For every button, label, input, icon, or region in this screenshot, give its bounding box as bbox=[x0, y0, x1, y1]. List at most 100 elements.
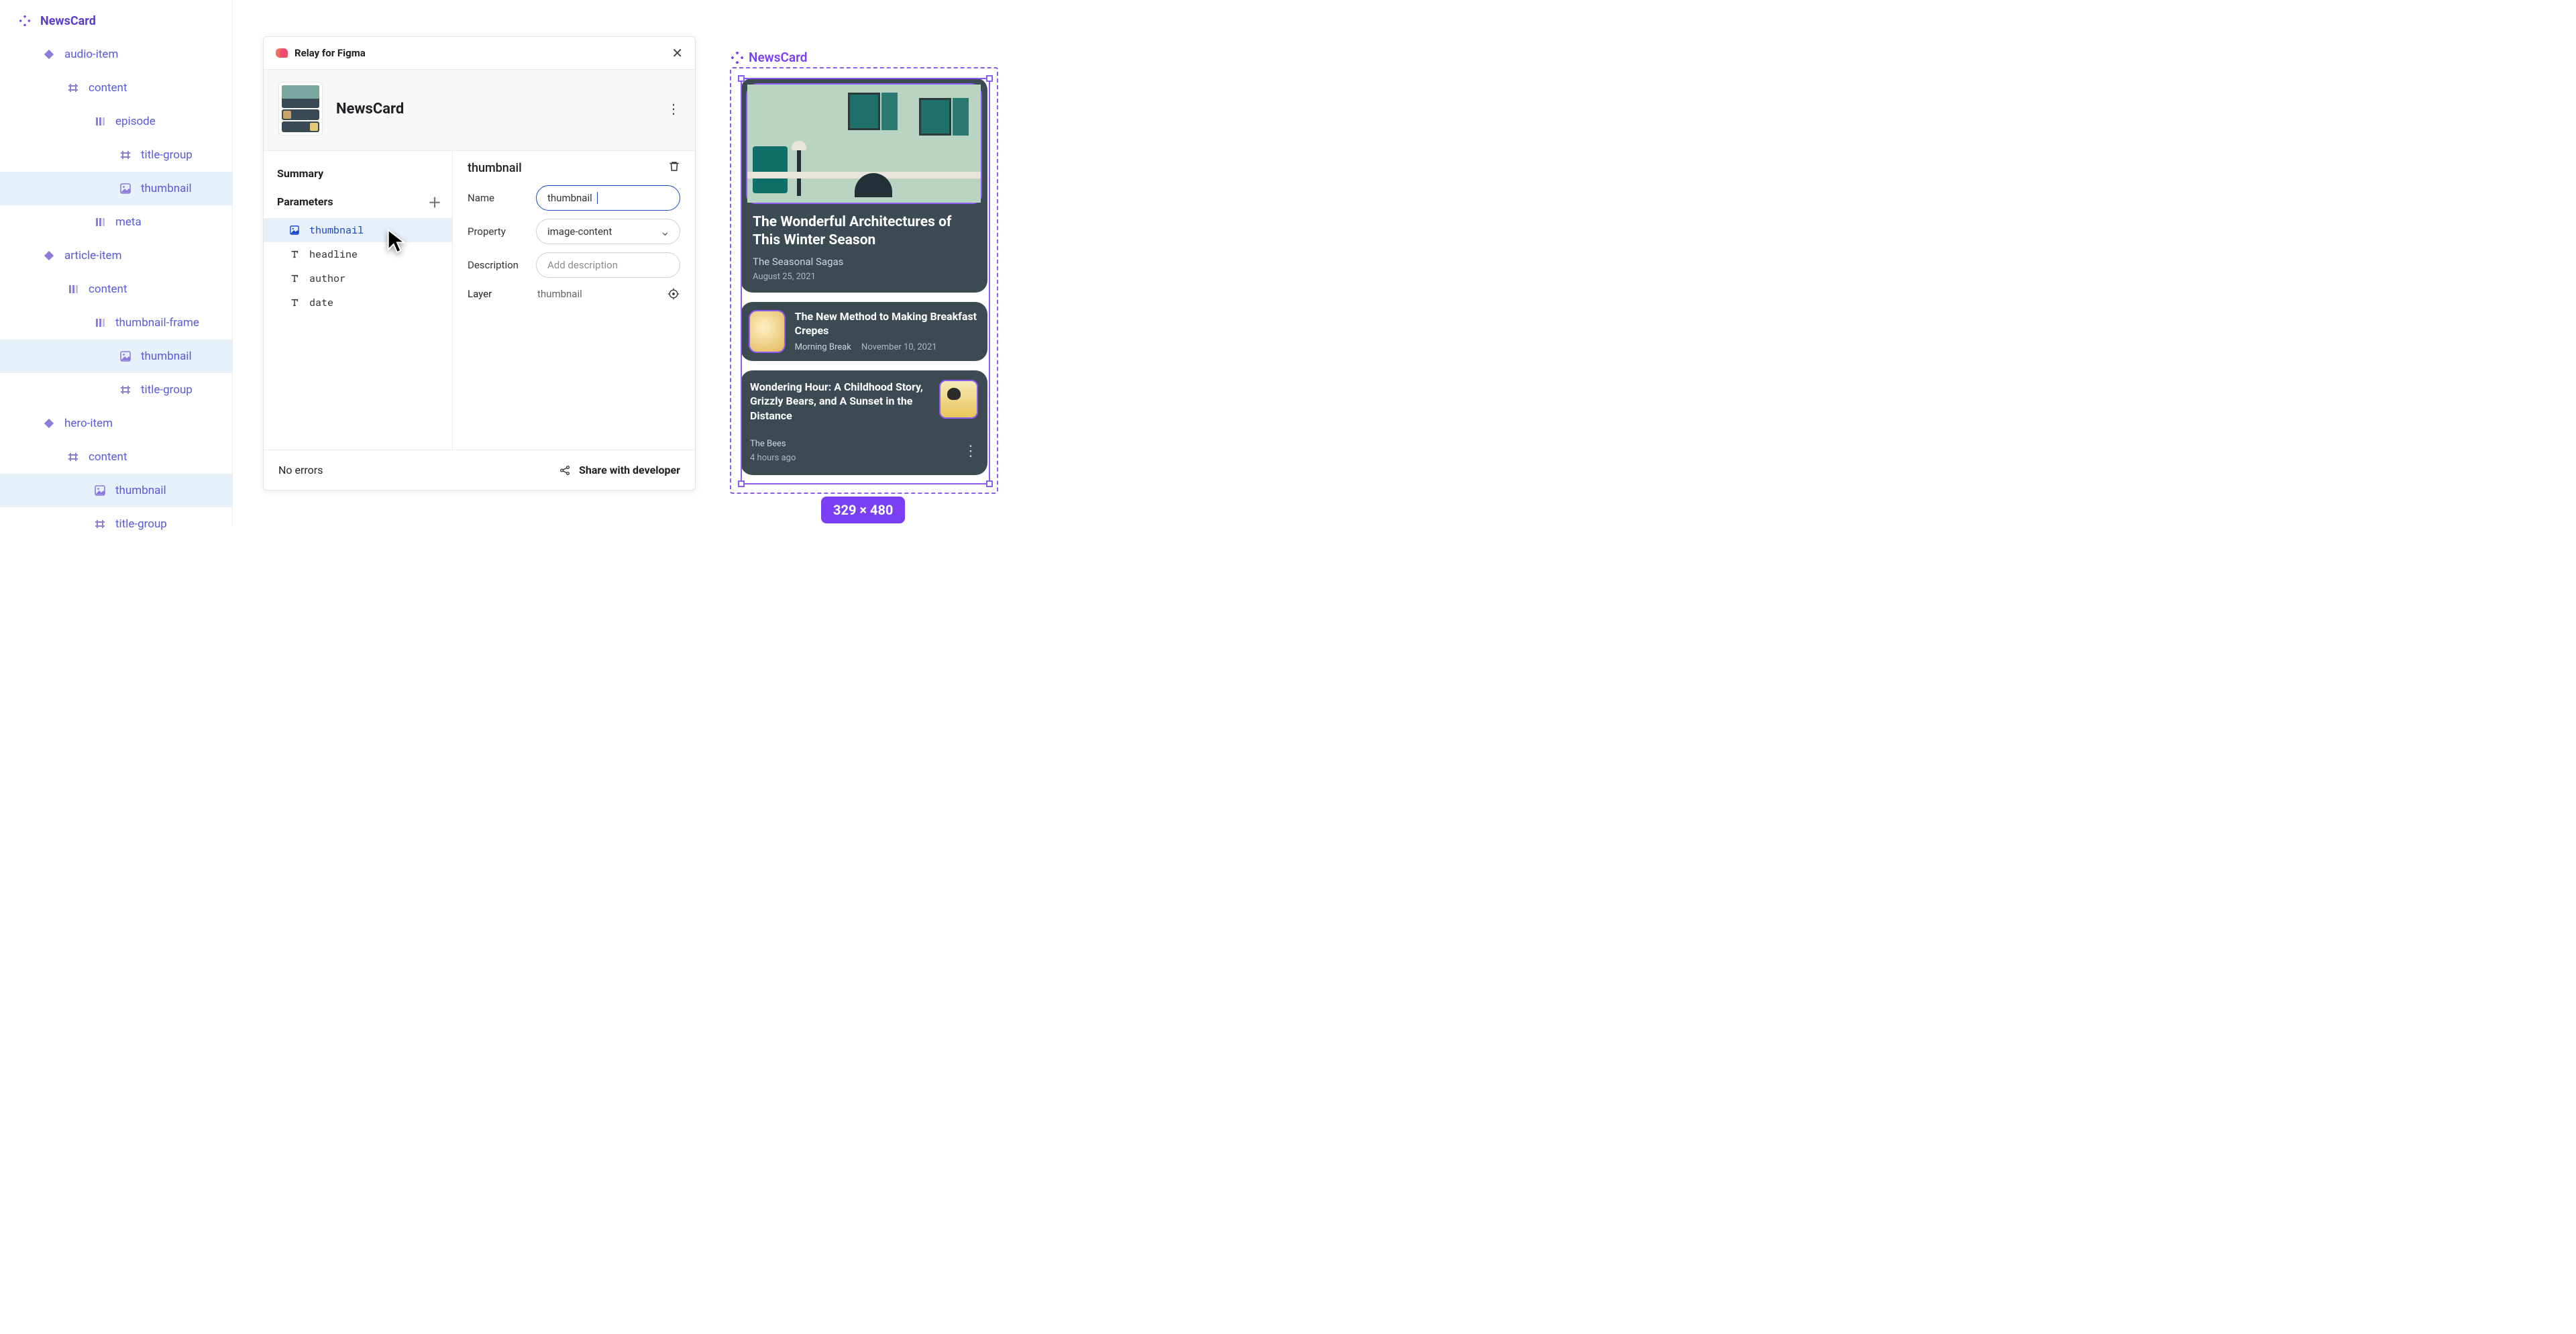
layer-label: article-item bbox=[64, 249, 121, 262]
article-date: November 10, 2021 bbox=[861, 342, 937, 352]
autolayout-icon bbox=[94, 115, 106, 127]
cursor-icon bbox=[386, 228, 409, 255]
audio-source: The Bees bbox=[750, 439, 796, 449]
layer-label: title-group bbox=[141, 383, 193, 397]
parameters-panel: Summary Parameters ＋ thumbnail headline au… bbox=[264, 151, 453, 450]
instance-icon bbox=[43, 250, 55, 262]
frame-icon bbox=[119, 149, 131, 161]
layer-row-audio-item[interactable]: audio-item bbox=[0, 38, 232, 71]
hero-source: The Seasonal Sagas bbox=[753, 256, 975, 268]
dialog-titlebar: Relay for Figma ✕ bbox=[264, 37, 695, 70]
layer-row-thumbnail[interactable]: thumbnail bbox=[0, 340, 232, 373]
hero-thumbnail[interactable] bbox=[746, 83, 982, 204]
component-name: NewsCard bbox=[336, 101, 404, 117]
parameter-name: headline bbox=[309, 248, 358, 261]
canvas-component-label[interactable]: NewsCard bbox=[731, 50, 807, 65]
layer-row-article-item[interactable]: article-item bbox=[0, 239, 232, 272]
layer-label: thumbnail bbox=[141, 182, 192, 195]
layer-label: episode bbox=[115, 115, 156, 128]
autolayout-icon bbox=[94, 317, 106, 329]
layer-label: audio-item bbox=[64, 48, 118, 61]
relay-logo-icon bbox=[276, 48, 288, 58]
name-label: Name bbox=[468, 192, 527, 204]
layer-row-content[interactable]: content bbox=[0, 272, 232, 306]
parameter-row-date[interactable]: date bbox=[264, 291, 452, 315]
name-input[interactable]: thumbnail bbox=[536, 185, 680, 211]
parameters-heading: Parameters bbox=[277, 195, 333, 208]
layer-row-thumbnail[interactable]: thumbnail bbox=[0, 172, 232, 205]
audio-headline: Wondering Hour: A Childhood Story, Grizz… bbox=[750, 380, 930, 423]
layer-label: thumbnail bbox=[141, 350, 192, 363]
layer-row-hero-item[interactable]: hero-item bbox=[0, 407, 232, 440]
layer-label: hero-item bbox=[64, 417, 113, 430]
layer-label: thumbnail bbox=[115, 484, 166, 497]
text-param-icon bbox=[289, 297, 300, 308]
selection-dimensions-badge: 329 × 480 bbox=[821, 497, 905, 523]
image-icon bbox=[119, 183, 131, 195]
layer-row-NewsCard[interactable]: NewsCard bbox=[0, 4, 232, 38]
layer-row-content[interactable]: content bbox=[0, 71, 232, 105]
delete-icon[interactable] bbox=[668, 160, 680, 176]
hero-date: August 25, 2021 bbox=[753, 272, 975, 282]
canvas-frame[interactable]: The Wonderful Architectures of This Wint… bbox=[730, 67, 998, 494]
parameter-row-headline[interactable]: headline bbox=[264, 242, 452, 266]
image-param-icon bbox=[289, 225, 300, 236]
parameter-row-author[interactable]: author bbox=[264, 266, 452, 291]
layer-row-title-group[interactable]: title-group bbox=[0, 138, 232, 172]
autolayout-icon bbox=[94, 216, 106, 228]
property-label: Property bbox=[468, 225, 527, 238]
parameter-row-thumbnail[interactable]: thumbnail bbox=[264, 218, 452, 242]
layer-label: title-group bbox=[141, 148, 193, 162]
layer-label: content bbox=[89, 450, 127, 464]
layer-label: title-group bbox=[115, 517, 167, 531]
parameter-name: thumbnail bbox=[309, 223, 364, 237]
add-parameter-icon[interactable]: ＋ bbox=[428, 192, 441, 211]
layer-label: meta bbox=[115, 215, 142, 229]
relay-plugin-dialog: Relay for Figma ✕ NewsCard ⋮ Summary Par… bbox=[263, 36, 696, 491]
layer-row-title-group[interactable]: title-group bbox=[0, 373, 232, 407]
share-with-developer-button[interactable]: Share with developer bbox=[559, 464, 680, 476]
card-more-icon[interactable]: ⋮ bbox=[963, 443, 978, 460]
layer-row-thumbnail[interactable]: thumbnail bbox=[0, 474, 232, 507]
share-icon bbox=[559, 464, 571, 476]
layer-row-title-group[interactable]: title-group bbox=[0, 507, 232, 541]
hero-item-card[interactable]: The Wonderful Architectures of This Wint… bbox=[741, 78, 987, 293]
parameter-detail-panel: thumbnail Name thumbnail Property image-… bbox=[453, 151, 695, 450]
parameter-name: date bbox=[309, 296, 333, 309]
audio-thumbnail[interactable] bbox=[939, 380, 978, 419]
detail-heading: thumbnail bbox=[468, 161, 522, 175]
article-thumbnail[interactable] bbox=[749, 310, 786, 353]
hero-headline: The Wonderful Architectures of This Wint… bbox=[753, 213, 975, 250]
layer-row-thumbnail-frame[interactable]: thumbnail-frame bbox=[0, 306, 232, 340]
description-label: Description bbox=[468, 259, 527, 271]
layer-label: content bbox=[89, 283, 127, 296]
component-thumbnail bbox=[278, 82, 323, 136]
layer-row-episode[interactable]: episode bbox=[0, 105, 232, 138]
parameter-name: author bbox=[309, 272, 345, 285]
close-icon[interactable]: ✕ bbox=[672, 45, 683, 61]
layer-row-content[interactable]: content bbox=[0, 440, 232, 474]
layer-panel: NewsCard audio-item content episode title-gr… bbox=[0, 0, 233, 526]
article-headline: The New Method to Making Breakfast Crepe… bbox=[795, 310, 979, 338]
layer-row-meta[interactable]: meta bbox=[0, 205, 232, 239]
frame-icon bbox=[67, 82, 79, 94]
layer-value: thumbnail bbox=[527, 288, 667, 300]
frame-icon bbox=[67, 451, 79, 463]
layer-label: thumbnail-frame bbox=[115, 316, 199, 329]
instance-icon bbox=[43, 48, 55, 60]
layer-label: Layer bbox=[468, 288, 527, 300]
dialog-header: NewsCard ⋮ bbox=[264, 70, 695, 151]
description-input[interactable]: Add description bbox=[536, 252, 680, 278]
article-item-card[interactable]: The New Method to Making Breakfast Crepe… bbox=[741, 302, 987, 361]
plugin-title: Relay for Figma bbox=[294, 47, 366, 59]
audio-item-card[interactable]: Wondering Hour: A Childhood Story, Grizz… bbox=[741, 370, 987, 476]
audio-date: 4 hours ago bbox=[750, 453, 796, 463]
locate-layer-icon[interactable] bbox=[667, 287, 680, 301]
layer-label: content bbox=[89, 81, 127, 95]
image-icon bbox=[94, 484, 106, 497]
summary-tab[interactable]: Summary bbox=[264, 163, 452, 189]
instance-icon bbox=[43, 417, 55, 429]
text-param-icon bbox=[289, 249, 300, 260]
property-select[interactable]: image-content bbox=[536, 219, 680, 244]
more-menu-icon[interactable]: ⋮ bbox=[667, 101, 680, 117]
